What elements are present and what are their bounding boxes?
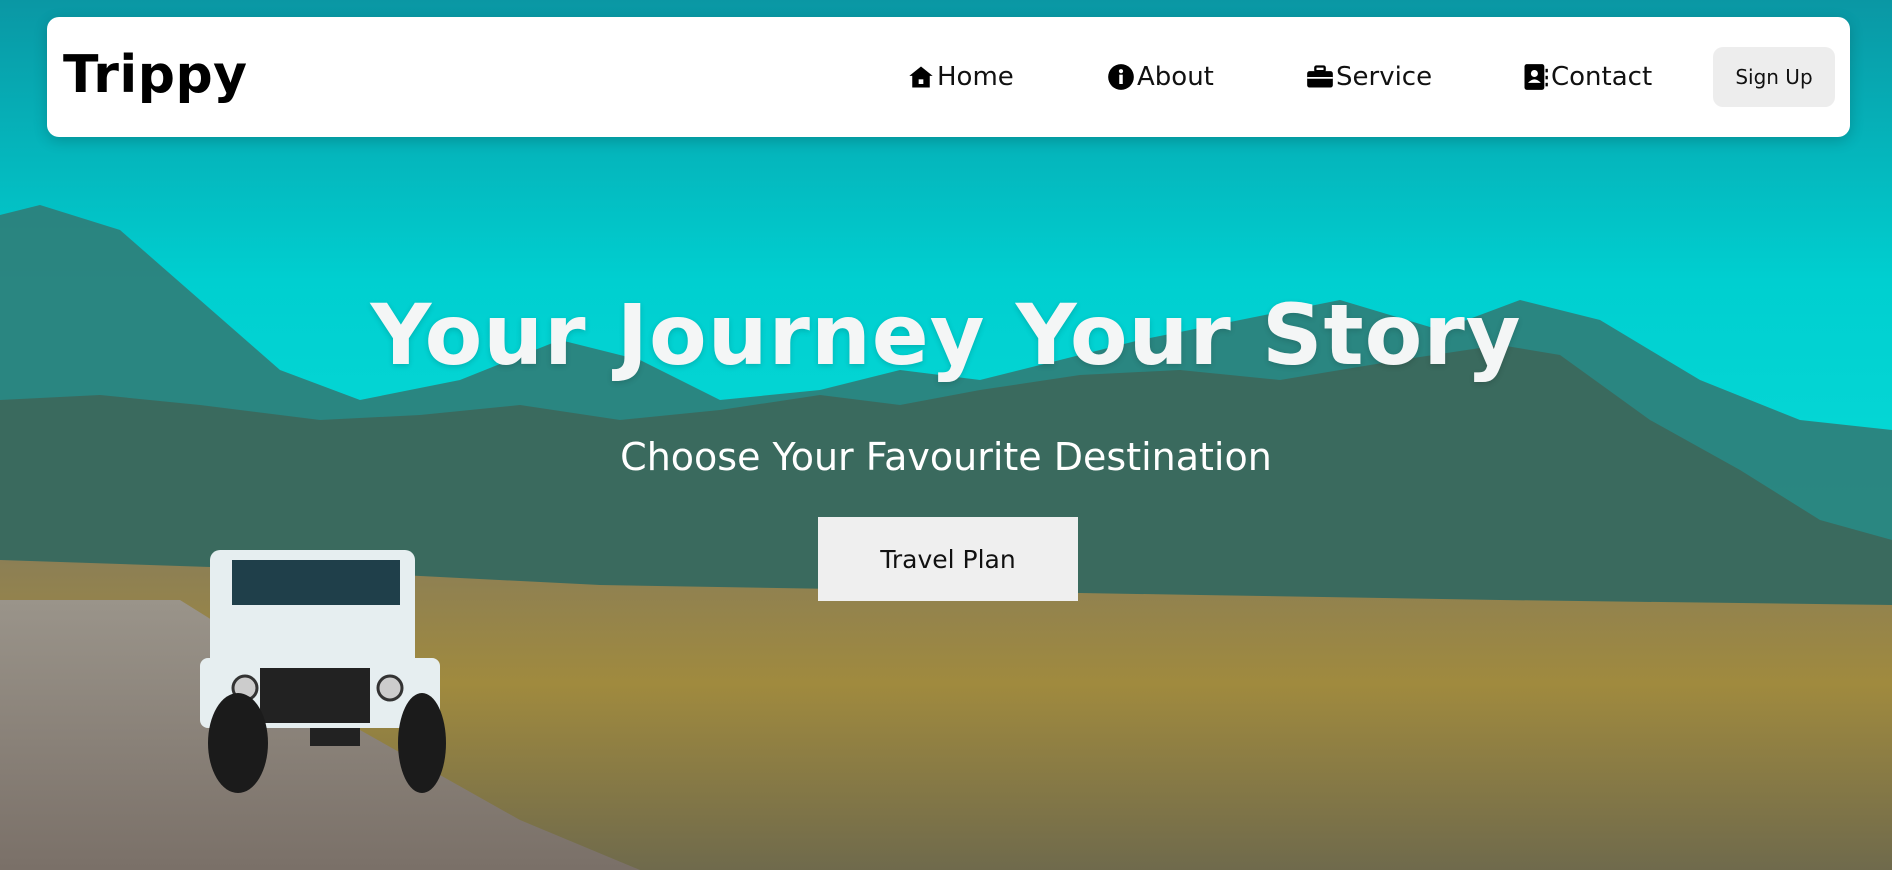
sign-up-button[interactable]: Sign Up [1713, 47, 1835, 107]
nav-item-label: Service [1336, 62, 1433, 92]
nav-item-label: Contact [1551, 62, 1653, 92]
nav-item-label: Home [937, 62, 1014, 92]
hero-subtitle: Choose Your Favourite Destination [620, 435, 1272, 479]
brand-logo[interactable]: Trippy [63, 45, 248, 105]
hero-section: Trippy Home About Service Contact Sign U… [0, 0, 1892, 870]
home-icon [909, 66, 933, 88]
nav-item-service[interactable]: Service [1306, 59, 1432, 95]
info-icon [1108, 64, 1134, 90]
briefcase-icon [1307, 65, 1333, 88]
travel-plan-button[interactable]: Travel Plan [818, 517, 1078, 601]
navbar: Trippy Home About Service Contact Sign U… [47, 17, 1850, 137]
nav-item-about[interactable]: About [1107, 59, 1214, 95]
nav-item-home[interactable]: Home [907, 59, 1014, 95]
nav-item-label: About [1137, 62, 1214, 92]
hero-title: Your Journey Your Story [370, 286, 1522, 384]
contact-book-icon [1524, 64, 1548, 90]
nav-item-contact[interactable]: Contact [1521, 59, 1652, 95]
